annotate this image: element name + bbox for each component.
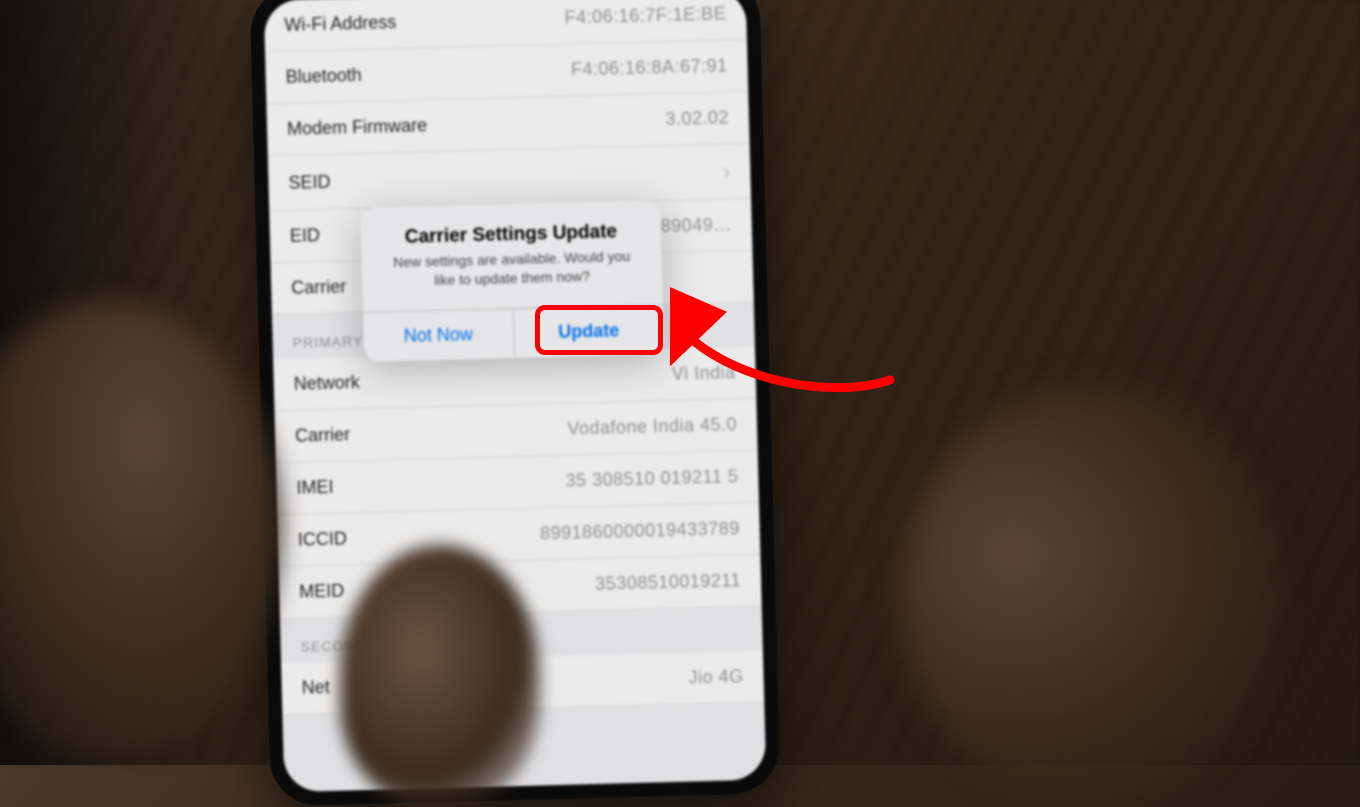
dialog-title: Carrier Settings Update [360,200,661,254]
update-button[interactable]: Update [513,305,664,358]
right-hand [900,385,1280,805]
dialog-message: New settings are available. Would you li… [361,246,662,312]
dialog-button-row: Not Now Update [363,304,664,362]
carrier-settings-dialog: Carrier Settings Update New settings are… [360,200,664,362]
left-thumb [340,545,540,805]
not-now-button[interactable]: Not Now [363,309,515,362]
